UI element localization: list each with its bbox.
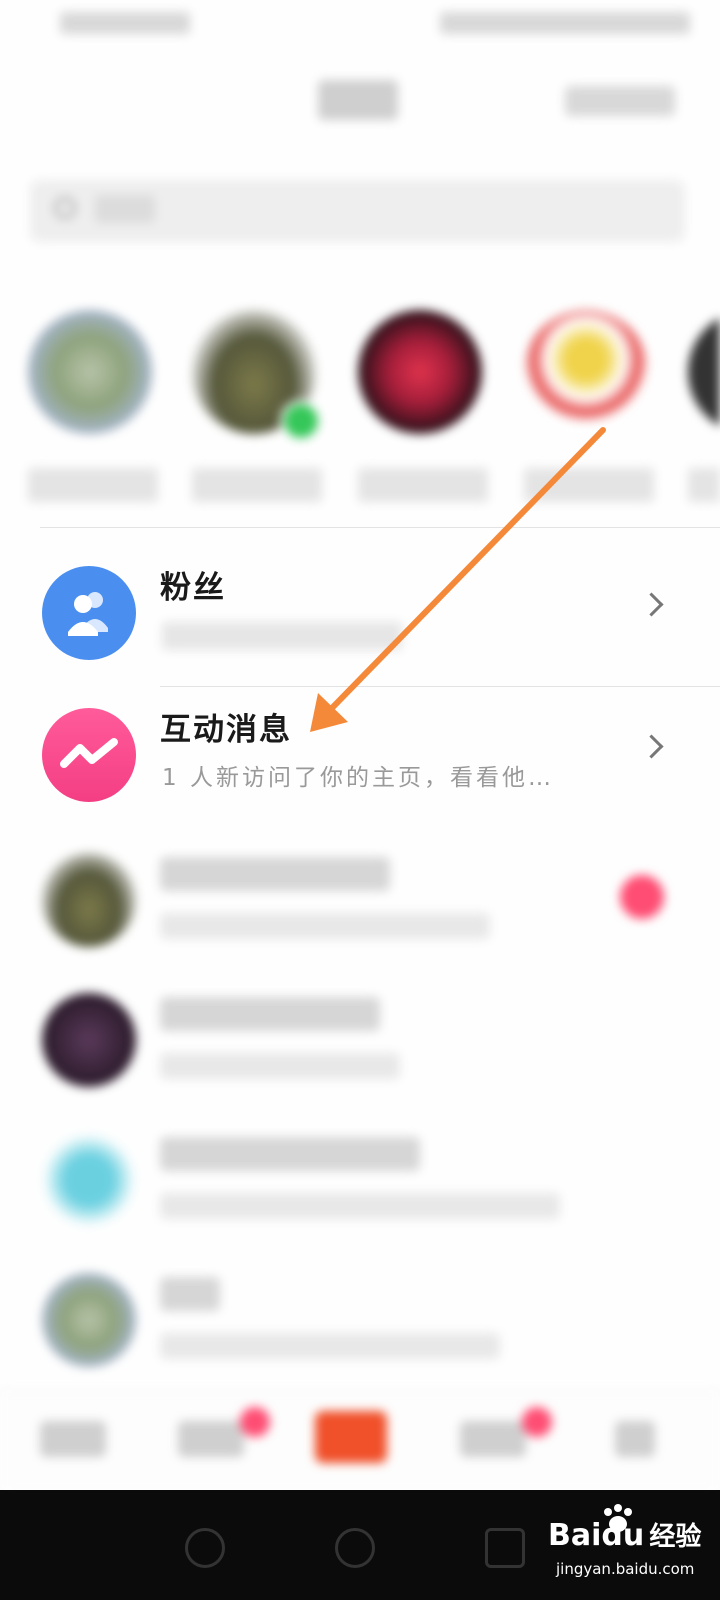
tab-home[interactable] — [40, 1421, 106, 1457]
bottom-tab-bar — [0, 1390, 720, 1491]
paw-logo-icon — [604, 1504, 632, 1532]
friends-row — [0, 300, 720, 520]
friend-item[interactable] — [358, 310, 488, 502]
create-button[interactable] — [315, 1411, 387, 1463]
divider — [160, 686, 720, 687]
conversation-title-blurred — [160, 1137, 420, 1171]
conversation-title-blurred — [160, 1277, 220, 1311]
friend-name-blurred — [524, 468, 654, 502]
friend-name-blurred — [28, 468, 158, 502]
avatar — [42, 1273, 136, 1367]
search-placeholder-blurred — [95, 195, 155, 223]
friend-item[interactable] — [524, 310, 654, 502]
interactions-row[interactable]: 互动消息 1 人新访问了你的主页，看看他… — [0, 690, 720, 820]
tab-messages[interactable] — [460, 1421, 526, 1457]
fans-avatar — [42, 566, 136, 660]
top-right-action-blurred[interactable] — [565, 86, 675, 116]
unread-badge — [620, 875, 664, 919]
conversation-preview-blurred — [160, 913, 490, 939]
zigzag-icon — [60, 738, 118, 768]
page-title-blurred — [318, 80, 398, 120]
fans-title: 粉丝 — [160, 570, 226, 606]
conversation-row[interactable] — [0, 1255, 720, 1385]
chevron-right-icon — [639, 734, 664, 759]
avatar — [688, 310, 720, 434]
status-bar — [0, 0, 720, 50]
status-right-blurred — [440, 12, 690, 34]
baidu-jingyan-watermark: Baidu 经验 jingyan.baidu.com — [548, 1504, 702, 1578]
watermark-brand-cn: 经验 — [649, 1522, 702, 1552]
interactions-subtitle: 1 人新访问了你的主页，看看他… — [162, 765, 554, 791]
online-indicator — [280, 400, 322, 442]
status-left-blurred — [60, 12, 190, 34]
tab-friends[interactable] — [178, 1421, 244, 1457]
friend-name-blurred — [358, 468, 488, 502]
home-key-icon[interactable] — [335, 1528, 375, 1568]
watermark-url: jingyan.baidu.com — [556, 1560, 695, 1578]
tab-badge — [522, 1407, 552, 1437]
avatar — [524, 310, 648, 434]
friend-name-blurred — [688, 468, 720, 502]
search-icon — [54, 197, 76, 219]
tab-me[interactable] — [615, 1421, 655, 1457]
avatar — [358, 310, 482, 434]
conversation-preview-blurred — [160, 1193, 560, 1219]
avatar — [42, 993, 136, 1087]
interactions-avatar — [42, 708, 136, 802]
chevron-right-icon — [639, 592, 664, 617]
conversation-preview-blurred — [160, 1053, 400, 1079]
people-icon — [68, 592, 108, 636]
avatar — [28, 310, 152, 434]
search-input[interactable] — [30, 180, 685, 242]
top-bar — [0, 60, 720, 140]
tab-badge — [240, 1407, 270, 1437]
conversation-title-blurred — [160, 857, 390, 891]
friend-name-blurred — [192, 468, 322, 502]
conversation-title-blurred — [160, 997, 380, 1031]
conversation-preview-blurred — [160, 1333, 500, 1359]
fans-subtitle-blurred — [162, 622, 402, 650]
friend-item[interactable] — [28, 310, 158, 502]
friend-item[interactable] — [192, 310, 322, 502]
recent-key-icon[interactable] — [485, 1528, 525, 1568]
fans-row[interactable]: 粉丝 — [0, 548, 720, 678]
conversation-row[interactable] — [0, 975, 720, 1105]
avatar — [42, 853, 136, 947]
friend-item[interactable] — [688, 310, 720, 502]
back-key-icon[interactable] — [185, 1528, 225, 1568]
avatar — [42, 1133, 136, 1227]
divider — [40, 527, 720, 528]
interactions-title: 互动消息 — [160, 712, 292, 748]
conversation-row[interactable] — [0, 835, 720, 965]
conversation-row[interactable] — [0, 1115, 720, 1245]
messages-screen: 粉丝 互动消息 1 人新访问了你的主页，看看他… Baidu 经验 jingya… — [0, 0, 720, 1600]
